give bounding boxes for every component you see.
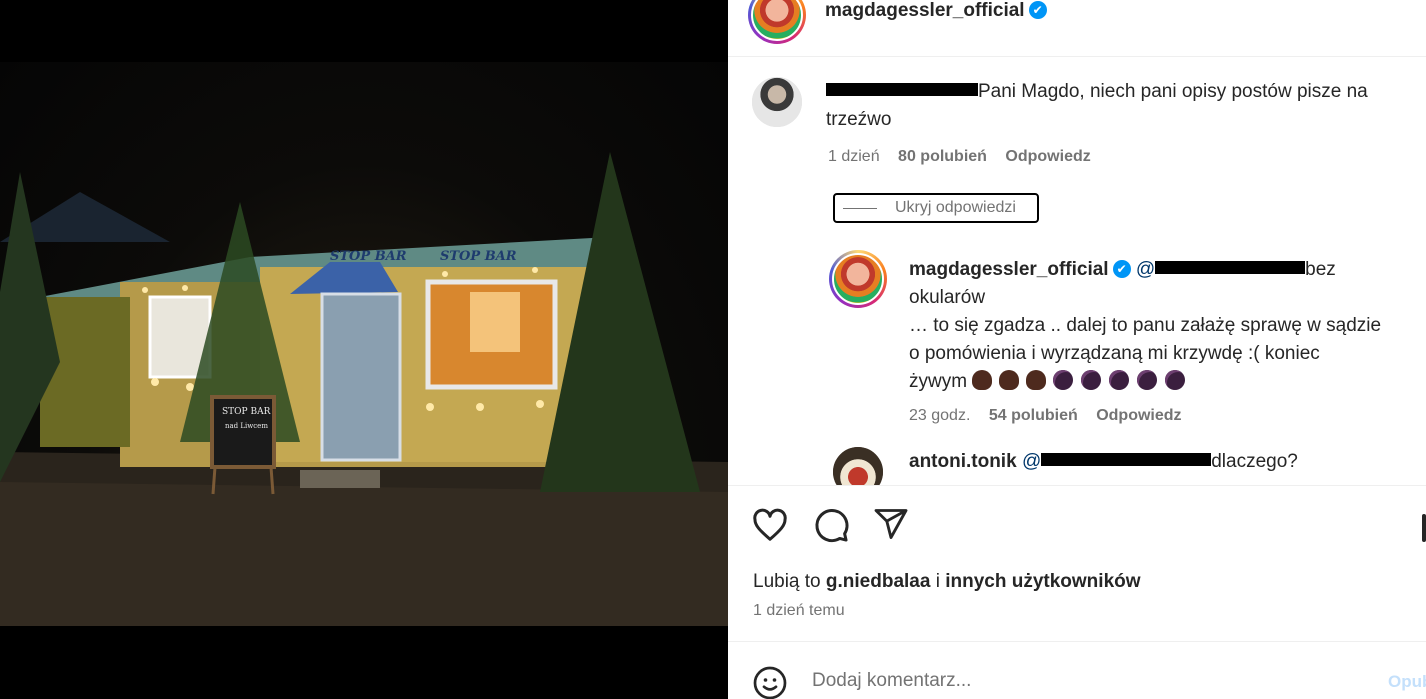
cookie-icon: [1137, 370, 1158, 390]
pointing-down-icon: [972, 370, 993, 390]
cookie-icon: [1165, 370, 1186, 390]
likes-summary[interactable]: Lubią to g.niedbalaa i innych użytkownik…: [753, 571, 1141, 593]
comment-likes[interactable]: 80 polubień: [898, 148, 987, 165]
post-author[interactable]: magdagessler_official ✔: [825, 0, 1047, 22]
reply2-username[interactable]: antoni.tonik: [909, 451, 1017, 472]
reply-avatar[interactable]: [829, 250, 887, 308]
hide-replies-button[interactable]: Ukryj odpowiedzi: [833, 193, 1039, 223]
comment-body: Pani Magdo, niech pani opisy postów pisz…: [826, 78, 1416, 134]
author-avatar[interactable]: [748, 0, 806, 44]
comment-reply-button[interactable]: Odpowiedz: [1005, 148, 1090, 165]
post-media: STOP BAR STOP BAR STOP BAR nad Liwcem: [0, 0, 728, 699]
bookmark-icon[interactable]: [1422, 514, 1426, 542]
hide-replies-label: Ukryj odpowiedzi: [895, 199, 1016, 216]
post-photo[interactable]: STOP BAR STOP BAR STOP BAR nad Liwcem: [0, 62, 728, 626]
mention-at: @: [1135, 259, 1156, 280]
reply-likes[interactable]: 54 polubień: [989, 407, 1078, 424]
reply-reply-button[interactable]: Odpowiedz: [1096, 407, 1181, 424]
banner-text: STOP BAR: [330, 249, 407, 264]
redacted-mention: [1155, 261, 1306, 274]
share-icon[interactable]: [873, 506, 913, 546]
post-sidebar: magdagessler_official ✔ Pani Magdo, niech…: [728, 0, 1426, 699]
likes-others[interactable]: innych użytkowników: [945, 571, 1140, 592]
reply2-body: antoni.tonik @ dlaczego?: [909, 448, 1419, 476]
mention-at: @: [1021, 451, 1042, 472]
comment-icon[interactable]: [812, 506, 852, 546]
add-comment-bar: Opubli: [728, 643, 1426, 699]
commenter-avatar-image: [752, 77, 802, 127]
redacted-mention: [1041, 453, 1212, 466]
verified-icon: ✔: [1028, 1, 1047, 19]
cookie-icon: [1081, 370, 1102, 390]
comment-meta: 1 dzień 80 polubień Odpowiedz: [828, 148, 1105, 166]
emoji-icon[interactable]: [752, 665, 792, 699]
reply-text-1: bez: [1305, 259, 1336, 280]
post-timestamp: 1 dzień temu: [753, 602, 845, 619]
reply-meta: 23 godz. 54 polubień Odpowiedz: [909, 407, 1196, 425]
photo-illustration: STOP BAR STOP BAR STOP BAR nad Liwcem: [0, 152, 728, 626]
reply-body: magdagessler_official ✔ @ bez okularów … t…: [909, 256, 1419, 396]
reply-text-2: okularów: [909, 287, 986, 308]
comment-time: 1 dzień: [828, 148, 880, 165]
cookie-icon: [1053, 370, 1074, 390]
reply-text-5: żywym: [909, 371, 968, 392]
reply2-mention[interactable]: @: [1021, 451, 1212, 472]
publish-button[interactable]: Opubli: [1388, 672, 1426, 692]
reply-username[interactable]: magdagessler_official: [909, 259, 1109, 280]
reply-mention[interactable]: @: [1135, 259, 1306, 280]
chalkboard-line2: nad Liwcem: [225, 422, 268, 430]
reply2-text: dlaczego?: [1211, 451, 1298, 472]
instagram-post-view: STOP BAR STOP BAR STOP BAR nad Liwcem ma…: [0, 0, 1426, 699]
banner-text-2: STOP BAR: [440, 249, 517, 264]
heart-icon[interactable]: [751, 506, 791, 546]
reply2-avatar-image: [833, 447, 883, 485]
cookie-icon: [1109, 370, 1130, 390]
reply-text-4: o pomówienia i wyrządzaną mi krzywdę :( …: [909, 343, 1320, 364]
redacted-username: [826, 83, 978, 96]
post-actions: Lubią to g.niedbalaa i innych użytkownik…: [728, 485, 1426, 642]
reply2-avatar[interactable]: [833, 447, 883, 485]
reply-avatar-image: [832, 253, 884, 305]
reply-time: 23 godz.: [909, 407, 971, 424]
post-header: magdagessler_official ✔: [728, 0, 1426, 57]
commenter-avatar[interactable]: [752, 77, 802, 127]
reply-text-3: … to się zgadza .. dalej to panu załażę …: [909, 315, 1382, 336]
likes-user[interactable]: g.niedbalaa: [826, 571, 931, 592]
post-author-name[interactable]: magdagessler_official: [825, 0, 1025, 21]
avatar-image: [751, 0, 803, 41]
hide-replies-line: [843, 208, 877, 209]
likes-prefix: Lubią to: [753, 571, 826, 592]
pointing-down-icon: [999, 370, 1020, 390]
pointing-down-icon: [1026, 370, 1047, 390]
comments-list[interactable]: Pani Magdo, niech pani opisy postów pisz…: [728, 57, 1426, 485]
likes-middle: i: [930, 571, 946, 592]
comment-input[interactable]: [812, 670, 1352, 692]
chalkboard-line1: STOP BAR: [222, 407, 271, 417]
verified-icon: ✔: [1112, 260, 1131, 278]
